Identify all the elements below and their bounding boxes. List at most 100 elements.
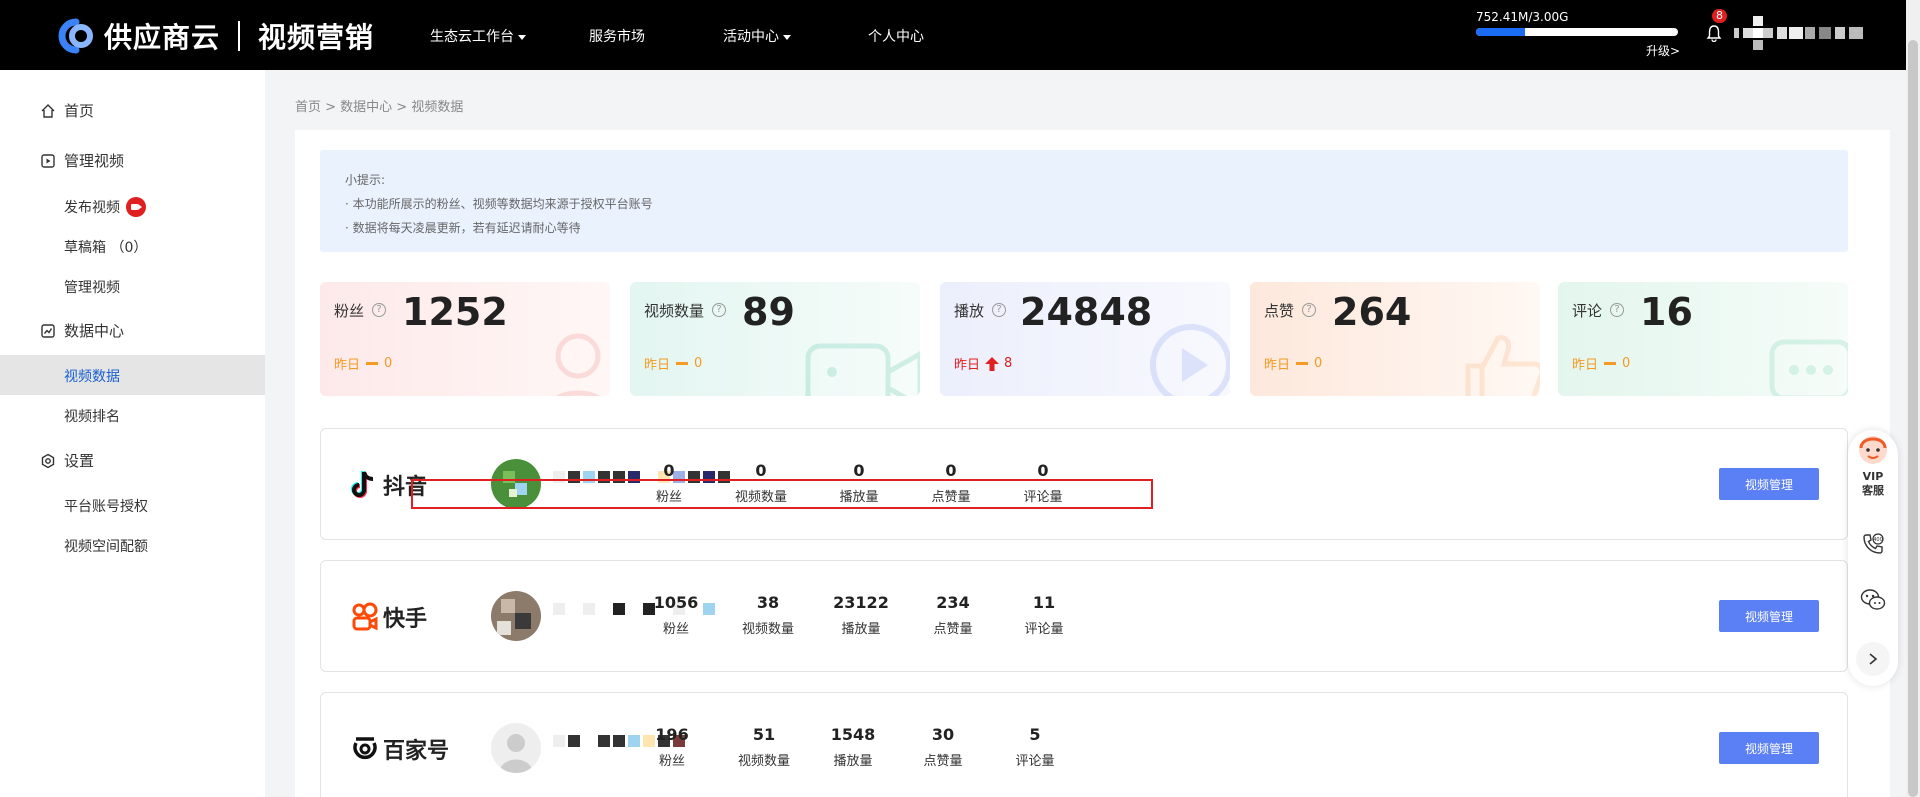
- metric-value: 5: [1029, 725, 1041, 744]
- stat-label: 点赞?: [1264, 300, 1317, 321]
- sidebar-label: 视频空间配额: [64, 539, 148, 555]
- sidebar-item-video-rank[interactable]: 视频排名: [64, 406, 120, 426]
- help-icon[interactable]: ?: [712, 302, 727, 317]
- delta-value: 0: [1622, 356, 1631, 371]
- metric-fans: 1056 粉丝: [631, 593, 721, 637]
- avatar: [491, 723, 541, 773]
- metric-label: 点赞量: [933, 622, 973, 637]
- caret-down-icon: [783, 34, 791, 40]
- sidebar-active-highlight: [0, 355, 265, 395]
- sidebar-group-data-center[interactable]: 数据中心: [40, 320, 124, 341]
- wechat-icon[interactable]: [1860, 588, 1886, 612]
- svg-text:400: 400: [1873, 537, 1883, 543]
- stat-label: 粉丝?: [334, 300, 387, 321]
- nav-service-market[interactable]: 服务市场: [589, 26, 645, 46]
- nav-activity-center[interactable]: 活动中心: [723, 26, 791, 46]
- metric-value: 23122: [833, 593, 889, 612]
- sidebar-item-manage-video[interactable]: 管理视频: [64, 277, 120, 297]
- flat-trend-icon: [1296, 362, 1309, 365]
- help-icon[interactable]: ?: [1302, 302, 1317, 317]
- nav-label: 活动中心: [723, 29, 779, 45]
- metric-fans: 196 粉丝: [627, 725, 717, 769]
- sidebar-group-settings[interactable]: 设置: [40, 450, 94, 471]
- yesterday-label: 昨日: [954, 358, 981, 373]
- metric-label: 点赞量: [923, 754, 963, 769]
- metric-value: 11: [1032, 593, 1056, 612]
- sidebar-item-publish-video[interactable]: 发布视频: [64, 197, 146, 218]
- sidebar-item-home[interactable]: 首页: [40, 100, 94, 121]
- nav-label: 服务市场: [589, 29, 645, 45]
- video-manage-button[interactable]: 视频管理: [1719, 600, 1819, 632]
- breadcrumb[interactable]: 首页 > 数据中心 > 视频数据: [295, 96, 463, 115]
- floating-service-bar: VIP 客服 400: [1848, 430, 1898, 686]
- username-mosaic: [1777, 27, 1863, 39]
- yesterday-label: 昨日: [644, 358, 671, 373]
- comment-bubble-icon: [1769, 339, 1848, 396]
- stat-label-text: 播放: [954, 302, 985, 320]
- sidebar-label: 管理视频: [64, 280, 120, 296]
- upgrade-link[interactable]: 升级>: [1646, 42, 1680, 59]
- cloud-logo-icon: [58, 18, 94, 54]
- flat-trend-icon: [676, 362, 689, 365]
- metric-value: 38: [756, 593, 780, 612]
- sidebar-label: 首页: [64, 102, 95, 120]
- sidebar-group-manage-video[interactable]: 管理视频: [40, 150, 124, 171]
- default-avatar-icon: [491, 723, 541, 773]
- vip-label: VIP: [1862, 470, 1884, 483]
- collapse-button[interactable]: [1856, 642, 1890, 676]
- stat-label-text: 点赞: [1264, 302, 1295, 320]
- yesterday-label: 昨日: [1572, 358, 1599, 373]
- video-manage-button[interactable]: 视频管理: [1719, 468, 1819, 500]
- help-icon[interactable]: ?: [1610, 302, 1625, 317]
- metric-value: 1056: [653, 593, 699, 612]
- metric-label: 视频数量: [737, 754, 790, 769]
- stat-value: 16: [1640, 290, 1693, 334]
- storage-bar-fill: [1476, 28, 1526, 36]
- metric-value: 0: [1037, 461, 1049, 480]
- video-manage-button[interactable]: 视频管理: [1719, 732, 1819, 764]
- help-icon[interactable]: ?: [992, 302, 1007, 317]
- tip-line: · 数据将每天凌晨更新，若有延迟请耐心等待: [345, 221, 581, 235]
- user-profile[interactable]: [1734, 16, 1867, 50]
- metric-value: 0: [945, 461, 957, 480]
- scrollbar-thumb[interactable]: [1908, 40, 1918, 797]
- stat-label-text: 视频数量: [644, 302, 705, 320]
- delta-value: 0: [694, 356, 703, 371]
- help-icon[interactable]: ?: [372, 302, 387, 317]
- metric-plays: 23122 播放量: [816, 593, 906, 637]
- bell-icon[interactable]: [1706, 24, 1722, 42]
- flat-trend-icon: [366, 362, 379, 365]
- sidebar-item-video-data[interactable]: 视频数据: [64, 366, 120, 386]
- metric-label: 视频数量: [741, 622, 794, 637]
- metric-comments: 5 评论量: [990, 725, 1080, 769]
- metric-label: 播放量: [833, 754, 873, 769]
- sidebar-label: 视频排名: [64, 409, 120, 425]
- sidebar-label: 数据中心: [64, 322, 125, 340]
- platform-logo: 百家号: [351, 733, 449, 765]
- metric-value: 196: [655, 725, 689, 744]
- nav-personal-center[interactable]: 个人中心: [868, 26, 924, 46]
- avatar: [491, 591, 541, 641]
- phone-400-icon[interactable]: 400: [1861, 532, 1885, 556]
- stat-label: 播放?: [954, 300, 1007, 321]
- sidebar-item-platform-auth[interactable]: 平台账号授权: [64, 496, 148, 516]
- tip-line: · 本功能所展示的粉丝、视频等数据均来源于授权平台账号: [345, 197, 653, 211]
- stat-yesterday: 昨日 0: [644, 354, 702, 373]
- sidebar-item-drafts[interactable]: 草稿箱 （0）: [64, 237, 147, 257]
- metric-plays: 1548 播放量: [808, 725, 898, 769]
- logo[interactable]: 供应商云 视频营销: [48, 16, 374, 56]
- douyin-icon: [351, 471, 374, 498]
- stat-yesterday: 昨日 8: [954, 354, 1012, 373]
- nav-ecosystem-workbench[interactable]: 生态云工作台: [430, 26, 526, 46]
- vip-service-label[interactable]: VIP 客服: [1848, 470, 1898, 498]
- metric-video-count: 51 视频数量: [719, 725, 809, 769]
- yesterday-label: 昨日: [334, 358, 361, 373]
- stat-card-plays: 播放? 24848 昨日 8: [940, 282, 1230, 396]
- delta-value: 8: [1004, 356, 1013, 371]
- sidebar-label: 平台账号授权: [64, 499, 148, 515]
- sidebar-item-space-quota[interactable]: 视频空间配额: [64, 536, 148, 556]
- arrow-up-icon: [985, 356, 1000, 371]
- vip-service-avatar-icon[interactable]: [1855, 432, 1891, 470]
- storage-text: 752.41M/3.00G: [1476, 10, 1569, 24]
- top-bar: 供应商云 视频营销 生态云工作台 服务市场 活动中心 个人中心 752.41M/…: [0, 0, 1920, 70]
